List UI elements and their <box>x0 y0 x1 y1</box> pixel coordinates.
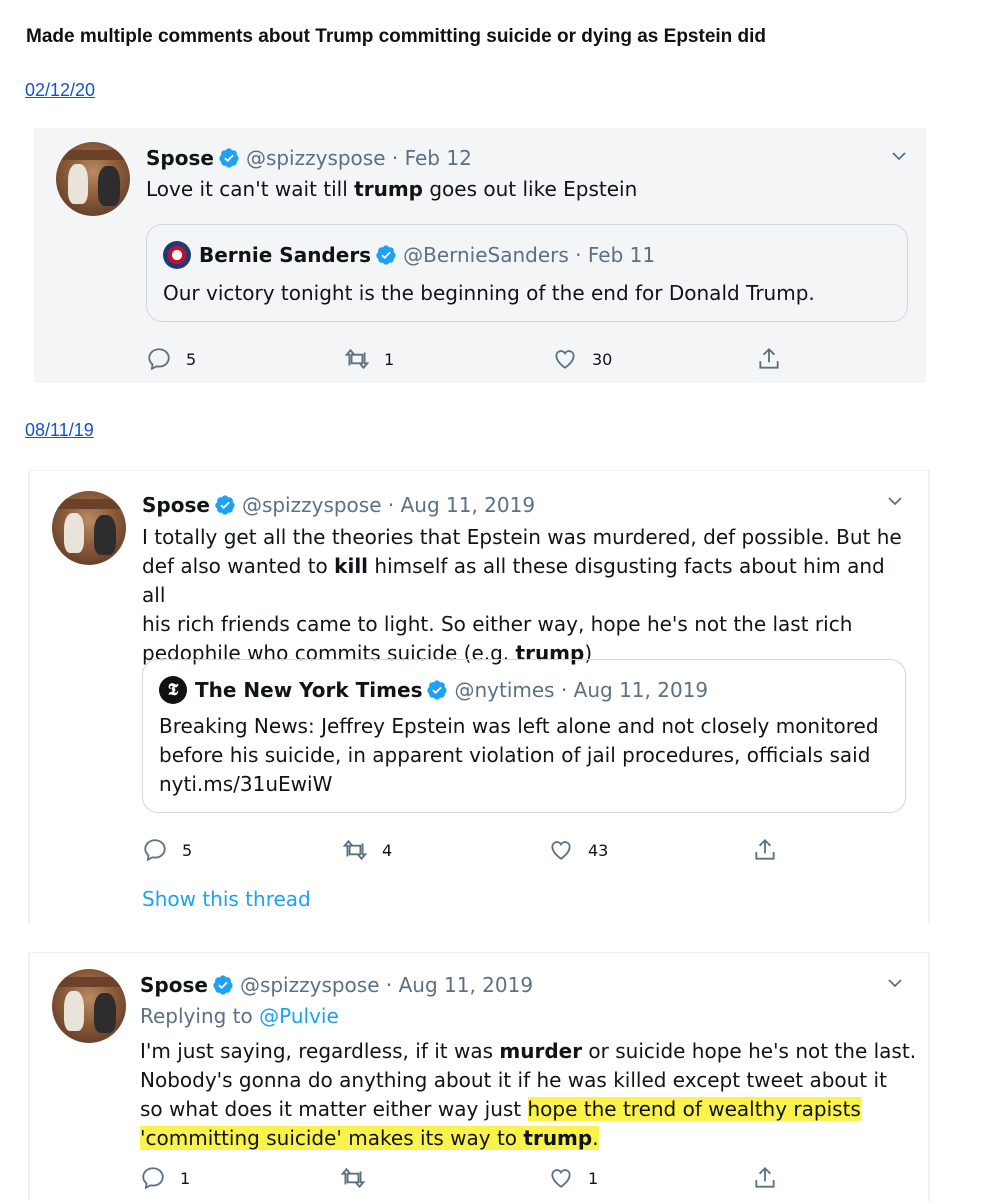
like-count: 1 <box>588 1168 599 1188</box>
quoted-avatar <box>163 241 191 269</box>
verified-badge-icon <box>426 679 448 701</box>
like-button[interactable]: 30 <box>552 346 612 372</box>
reply-icon <box>142 1167 164 1190</box>
tweet-text: I'm just saying, regardless, if it was m… <box>140 1039 917 1150</box>
show-thread-link[interactable]: Show this thread <box>142 887 311 911</box>
verified-badge-icon <box>218 147 240 169</box>
mention-link[interactable]: @Pulvie <box>259 1004 339 1028</box>
heart-icon <box>555 350 575 369</box>
like-count: 43 <box>588 840 609 860</box>
reply-count: 1 <box>180 1168 191 1188</box>
verified-badge-icon <box>214 494 236 516</box>
handle-and-date[interactable]: @spizzyspose · Aug 11, 2019 <box>242 493 535 517</box>
tweet-card-1: Spose @spizzyspose · Feb 12 Love it can'… <box>34 128 926 383</box>
retweet-button[interactable]: 1 <box>344 346 394 372</box>
retweet-button[interactable]: 4 <box>342 837 392 863</box>
chevron-down-icon[interactable] <box>889 146 909 166</box>
share-button[interactable] <box>752 837 778 863</box>
like-count: 30 <box>592 349 613 369</box>
display-name[interactable]: Spose <box>140 973 208 997</box>
verified-badge-icon <box>212 974 234 996</box>
tweet-card-3: Spose @spizzyspose · Aug 11, 2019 Replyi… <box>28 952 930 1201</box>
heart-icon <box>551 841 571 860</box>
reply-button[interactable]: 5 <box>142 837 192 863</box>
display-name[interactable]: Spose <box>142 493 210 517</box>
quoted-handle-and-date: @nytimes · Aug 11, 2019 <box>454 678 709 702</box>
retweet-icon <box>344 348 370 370</box>
quoted-avatar: 𝕿 <box>159 676 187 704</box>
reply-count: 5 <box>186 349 197 369</box>
retweet-icon <box>342 839 368 861</box>
chevron-down-icon[interactable] <box>885 491 905 511</box>
tweet-header: Spose @spizzyspose · Aug 11, 2019 <box>140 973 533 997</box>
share-icon <box>755 838 775 860</box>
reply-button[interactable]: 1 <box>140 1165 190 1191</box>
quoted-text: Our victory tonight is the beginning of … <box>163 281 815 305</box>
like-button[interactable]: 43 <box>548 837 608 863</box>
display-name[interactable]: Spose <box>146 146 214 170</box>
avatar[interactable] <box>56 142 130 216</box>
reply-icon <box>148 348 170 371</box>
share-icon <box>755 1166 775 1188</box>
share-icon <box>759 347 779 369</box>
share-button[interactable] <box>752 1165 778 1191</box>
like-button[interactable]: 1 <box>548 1165 598 1191</box>
date-link-02-12-20[interactable]: 02/12/20 <box>25 80 95 101</box>
replying-to: Replying to @Pulvie <box>140 1004 339 1028</box>
quoted-handle-and-date: @BernieSanders · Feb 11 <box>403 243 656 267</box>
verified-badge-icon <box>375 244 397 266</box>
quoted-tweet[interactable]: 𝕿 The New York Times @nytimes · Aug 11, … <box>142 659 906 813</box>
quoted-text: Breaking News: Jeffrey Epstein was left … <box>159 712 879 799</box>
retweet-icon <box>340 1167 366 1189</box>
chevron-down-icon[interactable] <box>885 973 905 993</box>
quoted-display-name: The New York Times <box>195 678 423 702</box>
reply-button[interactable]: 5 <box>146 346 196 372</box>
retweet-count: 1 <box>384 349 395 369</box>
quoted-display-name: Bernie Sanders <box>199 243 372 267</box>
avatar[interactable] <box>52 491 126 565</box>
tweet-header: Spose @spizzyspose · Feb 12 <box>146 146 472 170</box>
highlighted-text: 'committing suicide' makes its way to tr… <box>140 1126 599 1150</box>
tweet-text: Love it can't wait till trump goes out l… <box>146 177 638 201</box>
tweet-text: I totally get all the theories that Epst… <box>142 525 902 665</box>
avatar[interactable] <box>52 969 126 1043</box>
quoted-tweet[interactable]: Bernie Sanders @BernieSanders · Feb 11 O… <box>146 224 908 322</box>
date-link-08-11-19[interactable]: 08/11/19 <box>25 420 94 441</box>
handle-and-date[interactable]: @spizzyspose · Aug 11, 2019 <box>240 973 533 997</box>
tweet-header: Spose @spizzyspose · Aug 11, 2019 <box>142 493 535 517</box>
handle-and-date[interactable]: @spizzyspose · Feb 12 <box>246 146 472 170</box>
reply-count: 5 <box>182 840 193 860</box>
heart-icon <box>551 1169 571 1188</box>
tweet-card-2: Spose @spizzyspose · Aug 11, 2019 I tota… <box>28 470 930 923</box>
page-heading: Made multiple comments about Trump commi… <box>26 26 767 47</box>
retweet-button[interactable] <box>340 1165 380 1191</box>
reply-icon <box>144 839 166 862</box>
quoted-link[interactable]: nyti.ms/31uEwiW <box>159 770 879 799</box>
share-button[interactable] <box>756 346 782 372</box>
highlighted-text: hope the trend of wealthy rapists <box>527 1097 861 1121</box>
retweet-count: 4 <box>382 840 393 860</box>
